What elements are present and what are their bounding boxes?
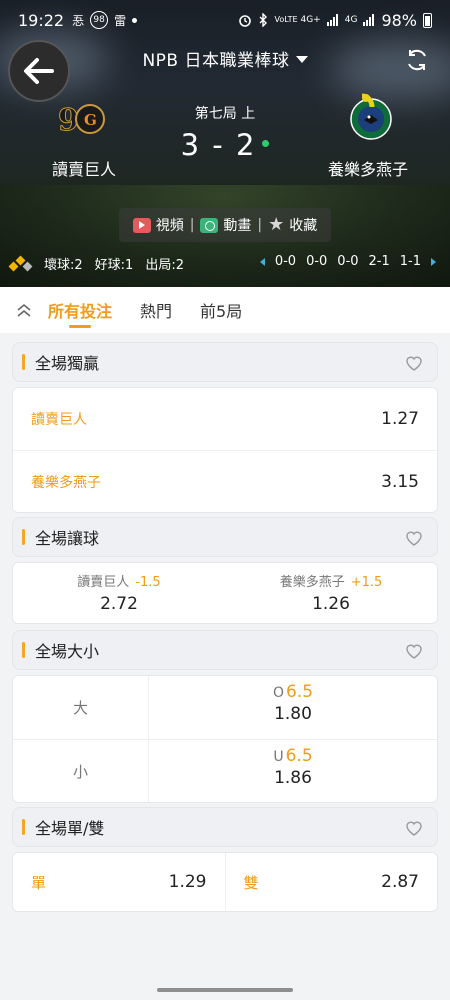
odds-selection[interactable]: 雙 2.87 — [224, 853, 438, 911]
handicap-line: +1.5 — [350, 575, 383, 590]
network-4g-plus: 4G+ — [300, 15, 321, 25]
inning-score: 2-1 — [368, 254, 390, 269]
selection-name: 讀賣巨人 — [77, 575, 130, 590]
video-button[interactable]: 視頻 — [132, 215, 184, 235]
signal-icon — [363, 14, 375, 26]
market-odd-even: 單 1.29 雙 2.87 — [12, 852, 438, 912]
refresh-icon[interactable] — [404, 47, 430, 73]
selection-label: 小 — [13, 740, 149, 802]
odds-value: 2.87 — [381, 872, 419, 892]
odds-value: 1.86 — [274, 768, 312, 788]
total-line: 6.5 — [285, 746, 313, 766]
caret-down-icon — [295, 55, 308, 63]
home-indicator[interactable] — [157, 988, 293, 992]
league-name: NPB 日本職業棒球 — [142, 51, 290, 71]
selection-name: 讀賣巨人 — [31, 412, 87, 428]
alarm-icon — [239, 15, 252, 27]
more-notifications-icon — [132, 17, 138, 23]
odds-selection[interactable]: 養樂多燕子 3.15 — [13, 450, 437, 512]
odds-value: 1.26 — [312, 594, 350, 614]
inning-score: 1-1 — [399, 254, 421, 269]
bases-diamond-icon — [8, 255, 33, 271]
star-icon: ★ — [268, 214, 285, 235]
market-header-handicap[interactable]: 全場讓球 — [12, 517, 438, 557]
market-header-winner[interactable]: 全場獨贏 — [12, 342, 438, 382]
odds-selection[interactable]: 小 U 6.5 1.86 — [13, 739, 437, 802]
odds-value: 1.29 — [168, 872, 207, 892]
handicap-line: -1.5 — [135, 575, 161, 590]
market-header-odd-even[interactable]: 全場單/雙 — [12, 807, 438, 847]
notification-badge-icon: 98 — [90, 11, 109, 29]
odds-selection[interactable]: 大 O 6.5 1.80 — [13, 676, 437, 739]
animation-button[interactable]: 動畫 — [200, 215, 251, 235]
tab-popular[interactable]: 熱門 — [140, 287, 172, 333]
bluetooth-icon — [259, 13, 268, 27]
media-action-bar: 視頻 | 動畫 | ★ 收藏 — [119, 208, 331, 242]
tab-first-5-innings[interactable]: 前5局 — [200, 287, 242, 333]
inning-status: 第七局 上 — [194, 106, 256, 122]
inning-score: 0-0 — [337, 254, 359, 269]
market-title: 全場讓球 — [35, 529, 100, 548]
odds-selection[interactable]: 讀賣巨人 1.27 — [13, 388, 437, 450]
arrow-left-icon[interactable] — [259, 257, 265, 266]
inning-score: 0-0 — [274, 254, 297, 269]
market-total: 大 O 6.5 1.80 小 U 6.5 1.86 — [12, 675, 438, 803]
collapse-all-button[interactable] — [0, 302, 48, 318]
arrow-right-icon[interactable] — [431, 257, 436, 266]
heart-icon[interactable] — [404, 353, 424, 373]
selection-name: 養樂多燕子 — [279, 575, 345, 590]
strikes-count: 好球:1 — [94, 258, 134, 273]
league-selector[interactable]: NPB 日本職業棒球 — [0, 46, 450, 71]
market-tabs: 所有投注 熱門 前5局 — [0, 287, 450, 333]
selection-name: 雙 — [243, 873, 259, 892]
favorite-button[interactable]: ★ 收藏 — [268, 215, 317, 235]
odds-value: 1.27 — [381, 409, 419, 429]
odds-selection[interactable]: 讀賣巨人 -1.5 2.72 — [13, 563, 225, 623]
odds-value: 3.15 — [381, 471, 419, 492]
total-line: 6.5 — [285, 682, 314, 702]
odds-selection[interactable]: 單 1.29 — [13, 853, 225, 911]
selection-label: 大 — [13, 676, 149, 739]
innings-scores: 0-0 0-0 0-0 2-1 1-1 — [259, 254, 436, 269]
chevron-up-double-icon — [17, 303, 31, 317]
tab-all-bets[interactable]: 所有投注 — [48, 287, 112, 333]
market-title: 全場獨贏 — [35, 354, 100, 373]
signal-icon — [326, 14, 338, 26]
app-notification-icon: 忢 — [72, 13, 85, 28]
over-prefix: O — [272, 685, 284, 701]
odds-selection[interactable]: 養樂多燕子 +1.5 1.26 — [225, 563, 437, 623]
heart-icon[interactable] — [404, 641, 424, 661]
animation-icon — [200, 217, 219, 233]
status-time: 19:22 — [18, 10, 65, 30]
volte-indicator: VoLTE — [274, 15, 298, 24]
outs-count: 出局:2 — [145, 258, 184, 273]
heart-icon[interactable] — [404, 528, 424, 548]
under-prefix: U — [273, 749, 284, 765]
market-header-total[interactable]: 全場大小 — [12, 630, 438, 670]
market-title: 全場單/雙 — [35, 819, 105, 838]
inning-score: 0-0 — [306, 254, 328, 269]
battery-percent: 98% — [381, 10, 417, 30]
balls-count: 壞球:2 — [44, 258, 83, 273]
market-handicap: 讀賣巨人 -1.5 2.72 養樂多燕子 +1.5 1.26 — [12, 562, 438, 624]
live-indicator-icon — [262, 139, 270, 147]
battery-icon — [423, 12, 432, 28]
video-icon — [132, 217, 151, 233]
status-bar: 19:22 忢 98 雷 VoLTE 4G+ 4G 98% — [0, 0, 450, 40]
odds-value: 2.72 — [100, 594, 138, 614]
odds-value: 1.80 — [274, 704, 312, 724]
match-score: 3 - 2 — [0, 128, 450, 162]
network-4g: 4G — [344, 15, 358, 25]
market-title: 全場大小 — [35, 642, 100, 661]
ball-count: 壞球:2 好球:1 出局:2 — [8, 254, 184, 273]
heart-icon[interactable] — [404, 818, 424, 838]
market-winner: 讀賣巨人 1.27 養樂多燕子 3.15 — [12, 387, 438, 513]
match-header: 19:22 忢 98 雷 VoLTE 4G+ 4G 98% NPB 日本職業棒球 — [0, 0, 450, 287]
notification-icon: 雷 — [114, 13, 127, 28]
selection-name: 單 — [31, 873, 47, 892]
selection-name: 養樂多燕子 — [31, 474, 101, 491]
